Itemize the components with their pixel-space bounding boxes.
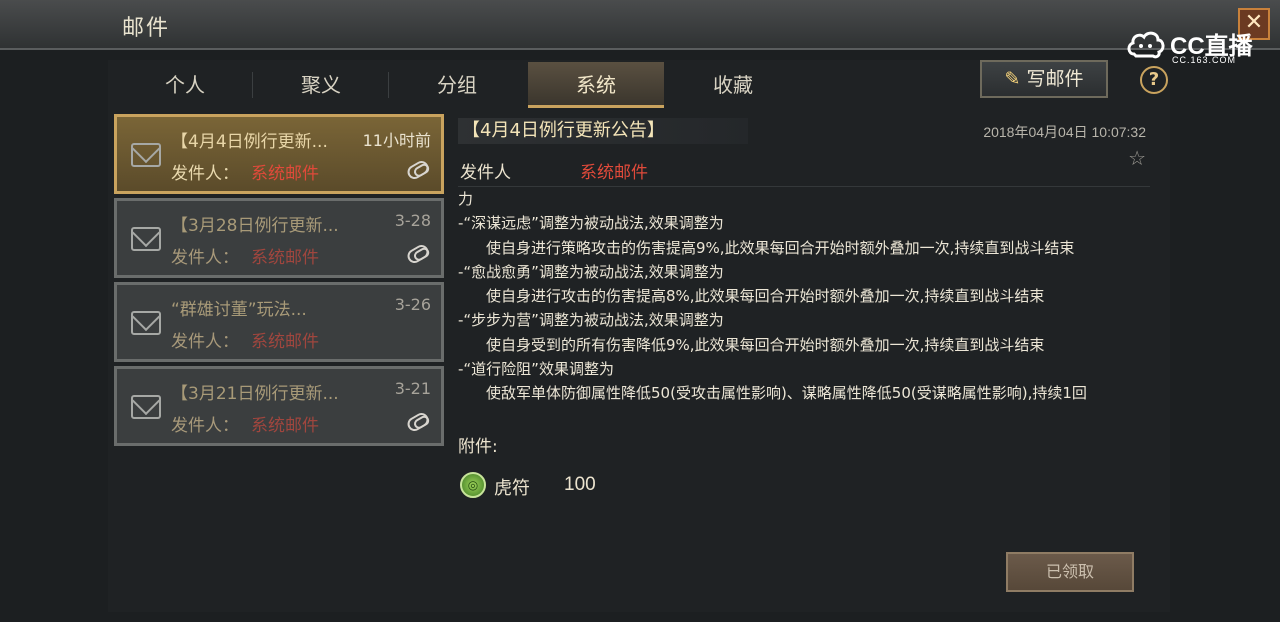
mail-time: 3-21 [394,379,431,398]
mail-sender: 系统邮件 [251,416,319,436]
mail-sender: 系统邮件 [251,332,319,352]
mail-detail-title: 【4月4日例行更新公告】 [458,118,748,144]
mail-title: “群雄讨董”玩法... [171,300,307,320]
tiger-tally-icon: ◎ [460,472,486,498]
tab-divider [388,72,389,98]
mail-time: 11小时前 [362,131,431,150]
watermark-url: CC.163.COM [1172,55,1237,65]
mail-detail: 【4月4日例行更新公告】 2018年04月04日 10:07:32 发件人 系统… [452,110,1154,612]
help-button[interactable]: ? [1140,66,1168,94]
write-mail-label: 写邮件 [1026,68,1084,90]
mail-list-item[interactable]: “群雄讨董”玩法... 3-26 发件人： 系统邮件 [114,282,444,362]
attachment-quantity: 100 [564,474,596,495]
tab-alliance[interactable]: 聚义 [256,62,386,108]
mail-body-line: -“愈战愈勇”调整为被动战法,效果调整为 [458,262,724,281]
mail-detail-sender-label: 发件人 [460,163,511,183]
mail-body-line: 使敌军单体防御属性降低50(受攻击属性影响)、谋略属性降低50(受谋略属性影响)… [486,384,1087,403]
mail-body-line: 力 [458,190,474,208]
pen-icon: ✎ [1004,68,1021,90]
envelope-icon [131,395,161,419]
favorite-star-icon[interactable]: ☆ [1128,146,1146,170]
mail-sender-label: 发件人： [171,332,239,352]
mail-body-line: 使自身受到的所有伤害降低9%,此效果每回合开始时额外叠加一次,持续直到战斗结束 [486,335,1045,354]
envelope-icon [131,311,161,335]
mail-body-line: 使自身进行策略攻击的伤害提高9%,此效果每回合开始时额外叠加一次,持续直到战斗结… [486,238,1075,257]
mail-detail-date: 2018年04月04日 10:07:32 [983,124,1146,140]
mail-body-line: 使自身进行攻击的伤害提高8%,此效果每回合开始时额外叠加一次,持续直到战斗结束 [486,287,1045,306]
envelope-icon [131,143,161,167]
paperclip-icon [404,158,432,182]
mail-body-line: -“步步为营”调整为被动战法,效果调整为 [458,311,724,330]
write-mail-button[interactable]: ✎ 写邮件 [980,60,1108,98]
mail-list-item[interactable]: 【3月28日例行更新... 3-28 发件人： 系统邮件 [114,198,444,278]
mail-sender-label: 发件人： [171,416,239,436]
mail-sender-label: 发件人： [171,164,239,184]
mail-body-line: -“道行险阻”效果调整为 [458,360,614,379]
mail-time: 3-28 [394,211,431,230]
mail-sender: 系统邮件 [251,248,319,268]
mail-body-line: -“深谋远虑”调整为被动战法,效果调整为 [458,214,724,233]
tab-divider [252,72,253,98]
attachment-name: 虎符 [494,478,530,499]
mail-tabs: 个人 聚义 分组 系统 收藏 [116,62,816,108]
attachment-label: 附件: [458,437,498,457]
mail-body[interactable]: 力 -“深谋远虑”调整为被动战法,效果调整为 使自身进行策略攻击的伤害提高9%,… [458,186,1150,412]
cloud-icon [1127,31,1165,59]
mail-title: 【3月21日例行更新... [171,384,339,404]
tab-group[interactable]: 分组 [392,62,522,108]
mail-time: 3-26 [394,295,431,314]
paperclip-icon [404,242,432,266]
claimed-label: 已领取 [1045,562,1094,581]
mail-sender-label: 发件人： [171,248,239,268]
tab-system[interactable]: 系统 [528,62,664,108]
mail-list-item[interactable]: 【4月4日例行更新... 11小时前 发件人： 系统邮件 [114,114,444,194]
mail-detail-sender: 系统邮件 [580,163,648,183]
claimed-button[interactable]: 已领取 [1006,552,1134,592]
tab-favorites[interactable]: 收藏 [668,62,798,108]
help-icon: ? [1148,69,1160,90]
window-title: 邮件 [122,16,171,41]
mail-title: 【3月28日例行更新... [171,216,339,236]
mail-title: 【4月4日例行更新... [171,132,328,152]
mail-list-item[interactable]: 【3月21日例行更新... 3-21 发件人： 系统邮件 [114,366,444,446]
envelope-icon [131,227,161,251]
paperclip-icon [404,410,432,434]
mail-sender: 系统邮件 [251,164,319,184]
tab-personal[interactable]: 个人 [120,62,250,108]
window-header: 邮件 [0,0,1280,50]
